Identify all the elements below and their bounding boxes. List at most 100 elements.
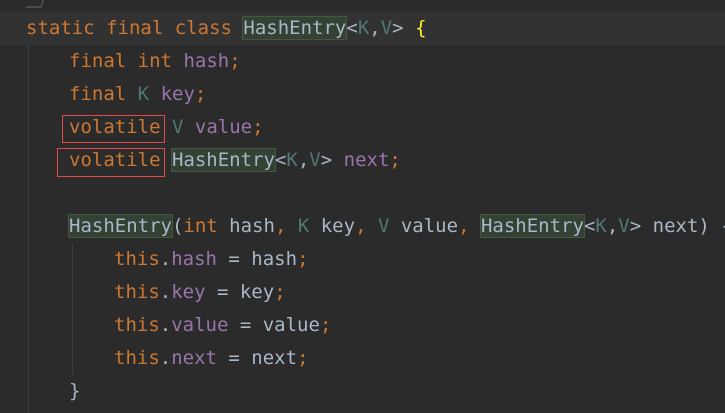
code-token: HashEntry bbox=[242, 16, 348, 40]
scroll-remnant bbox=[0, 0, 725, 10]
code-line-7[interactable]: HashEntry(int hash, K key, V value, Hash… bbox=[68, 210, 725, 243]
code-token: . bbox=[159, 281, 172, 303]
code-line-1[interactable]: static final class HashEntry<K,V> { bbox=[26, 12, 427, 45]
code-token: = hash bbox=[216, 248, 298, 270]
code-token: > bbox=[320, 149, 333, 171]
code-token: next) { bbox=[641, 215, 725, 237]
code-token: V bbox=[380, 17, 393, 39]
code-token: ; bbox=[297, 347, 309, 369]
code-token: HashEntry bbox=[170, 148, 276, 172]
code-token: HashEntry bbox=[479, 214, 585, 238]
code-token: int bbox=[183, 215, 218, 237]
code-token: ; bbox=[274, 281, 286, 303]
code-token: static bbox=[26, 17, 95, 39]
code-token: V bbox=[618, 215, 630, 237]
code-token: , bbox=[458, 215, 470, 237]
code-token: , bbox=[355, 215, 367, 237]
code-token: ; bbox=[319, 314, 332, 336]
code-token: K bbox=[357, 17, 370, 39]
code-token: < bbox=[274, 149, 287, 171]
code-token: ( bbox=[171, 215, 184, 237]
code-token: final bbox=[69, 83, 127, 105]
code-token: ; bbox=[389, 149, 401, 171]
code-token: hash bbox=[171, 248, 217, 270]
code-line-12[interactable]: } bbox=[69, 375, 80, 408]
indent-guide-class bbox=[28, 45, 29, 413]
code-token: , bbox=[369, 17, 381, 39]
code-token: ; bbox=[194, 83, 207, 105]
code-token: , bbox=[297, 149, 310, 171]
code-token: class bbox=[174, 17, 232, 39]
code-token: > bbox=[392, 17, 404, 39]
code-token: key bbox=[160, 83, 195, 105]
code-token: key bbox=[171, 281, 206, 303]
code-line-2[interactable]: final int hash; bbox=[69, 45, 241, 78]
code-token: this bbox=[114, 248, 160, 270]
code-line-11[interactable]: this.next = next; bbox=[114, 342, 309, 375]
code-token: K bbox=[297, 215, 310, 237]
code-token: final bbox=[69, 50, 127, 72]
code-token: hash bbox=[183, 50, 230, 72]
code-token: < bbox=[346, 17, 358, 39]
code-token: . bbox=[159, 347, 172, 369]
code-token: K bbox=[137, 83, 150, 105]
code-line-4[interactable]: volatile V value; bbox=[69, 111, 264, 144]
code-token: this bbox=[114, 347, 160, 369]
code-token: , bbox=[274, 215, 287, 237]
code-token: V bbox=[377, 215, 390, 237]
code-token: V bbox=[171, 116, 184, 138]
code-token: , bbox=[606, 215, 619, 237]
code-token: K bbox=[595, 215, 607, 237]
code-token: this bbox=[114, 281, 160, 303]
code-token: = value bbox=[228, 314, 320, 336]
code-token: key bbox=[309, 215, 356, 237]
code-line-10[interactable]: this.value = value; bbox=[114, 309, 331, 342]
code-token: ; bbox=[297, 248, 309, 270]
code-token: value bbox=[171, 314, 229, 336]
code-token: { bbox=[415, 17, 427, 39]
code-token: K bbox=[286, 149, 298, 171]
code-token: next bbox=[343, 149, 390, 171]
code-editor[interactable]: static final class HashEntry<K,V> { fina… bbox=[0, 0, 725, 413]
code-token: V bbox=[309, 149, 321, 171]
code-token: final bbox=[106, 17, 164, 39]
code-token: volatile bbox=[69, 149, 161, 171]
code-token: HashEntry bbox=[68, 214, 173, 238]
indent-guide-constructor bbox=[72, 243, 73, 375]
code-line-8[interactable]: this.hash = hash; bbox=[114, 243, 309, 276]
code-line-5[interactable]: volatile HashEntry<K,V> next; bbox=[69, 144, 401, 177]
code-token: value bbox=[194, 116, 253, 138]
code-token: . bbox=[159, 314, 172, 336]
code-token: hash bbox=[217, 215, 275, 237]
code-token: ; bbox=[252, 116, 264, 138]
code-line-3[interactable]: final K key; bbox=[69, 78, 206, 111]
code-token: ; bbox=[229, 50, 241, 72]
code-token: value bbox=[389, 215, 459, 237]
code-token: < bbox=[583, 215, 596, 237]
code-token: = key bbox=[205, 281, 275, 303]
code-token: } bbox=[69, 380, 81, 402]
code-token: next bbox=[171, 347, 217, 369]
code-token: > bbox=[629, 215, 642, 237]
code-token: this bbox=[114, 314, 160, 336]
code-token: volatile bbox=[69, 116, 161, 138]
code-token: . bbox=[159, 248, 172, 270]
code-line-9[interactable]: this.key = key; bbox=[114, 276, 286, 309]
code-token: int bbox=[137, 50, 172, 72]
code-token: = next bbox=[216, 347, 298, 369]
